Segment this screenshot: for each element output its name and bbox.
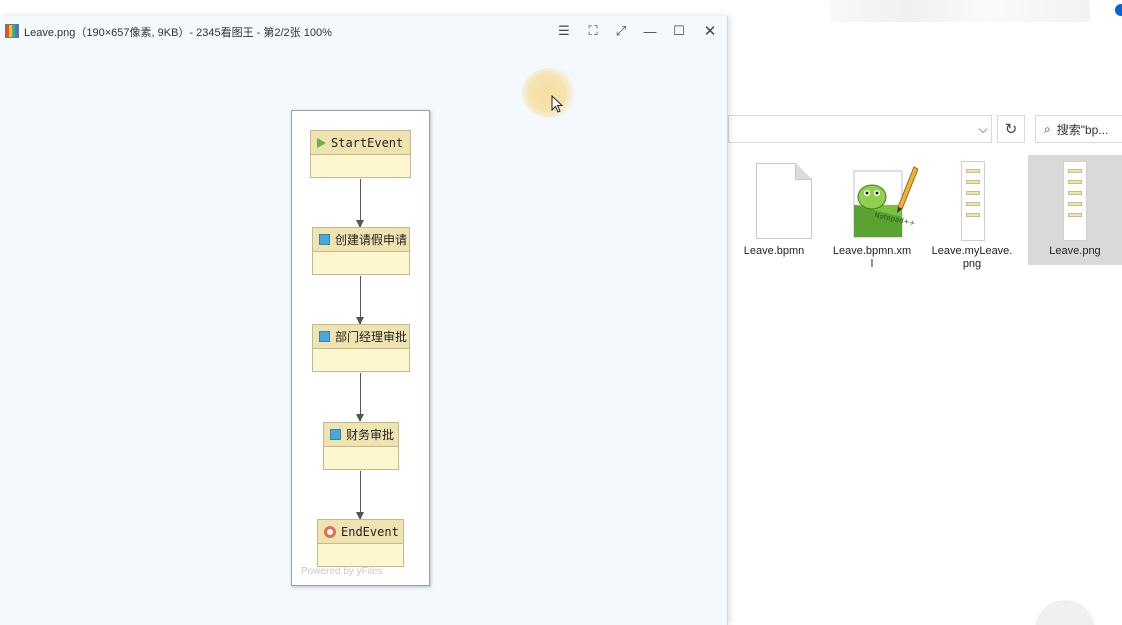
floating-widget [1035, 600, 1095, 625]
node-header: EndEvent [318, 520, 403, 544]
search-icon: ⌕ [1044, 121, 1051, 136]
task-node: 创建请假申请 [312, 227, 410, 275]
file-explorer-window: ⌵ ↻ ⌕ 搜索"bp... Leave.bpmn Notepad++ Leav… [700, 0, 1122, 625]
search-box[interactable]: ⌕ 搜索"bp... [1035, 115, 1122, 143]
close-button[interactable]: ✕ [699, 21, 721, 41]
diagram-watermark: Powered by yFiles [301, 566, 383, 577]
image-viewer-window: Leave.png（190×657像素, 9KB）- 2345看图王 - 第2/… [0, 16, 728, 625]
file-name: Leave.png [1049, 245, 1101, 257]
end-event-node: EndEvent [317, 519, 404, 567]
minimize-button[interactable]: — [639, 21, 661, 41]
file-name: Leave.myLeave. png [931, 245, 1013, 270]
task-node: 财务审批 [323, 422, 399, 470]
node-label: EndEvent [341, 524, 399, 539]
flow-arrow [356, 471, 364, 520]
file-name: Leave.bpmn.xm l [832, 245, 912, 270]
node-label: 部门经理审批 [335, 330, 408, 344]
explorer-blurred-header [830, 0, 1090, 22]
fullscreen-icon[interactable]: ⤢ [610, 21, 632, 41]
node-header: StartEvent [311, 131, 410, 155]
file-item-leave-png[interactable]: Leave.png [1028, 155, 1122, 265]
image-icon [1063, 161, 1087, 241]
app-logo-icon [5, 24, 19, 38]
document-icon [756, 163, 812, 239]
flow-arrow [356, 276, 364, 325]
bpmn-diagram-image: StartEvent 创建请假申请 部门经理审批 财务审批 EndEvent P… [291, 110, 430, 586]
file-item-leave-bpmn-xml[interactable]: Notepad++ Leave.bpmn.xm l [826, 155, 918, 270]
viewer-titlebar[interactable]: Leave.png（190×657像素, 9KB）- 2345看图王 - 第2/… [0, 16, 728, 46]
maximize-button[interactable]: ☐ [668, 21, 690, 41]
notepad-plus-plus-icon: Notepad++ [853, 166, 918, 238]
node-label: 创建请假申请 [335, 233, 408, 247]
start-event-node: StartEvent [310, 130, 411, 178]
skin-icon[interactable]: ⛶ [582, 21, 604, 41]
file-name: Leave.bpmn [743, 245, 805, 257]
notification-dot [1115, 4, 1122, 16]
node-header: 部门经理审批 [313, 325, 409, 349]
flow-arrow [356, 179, 364, 228]
task-icon [330, 429, 341, 440]
file-item-leave-bpmn[interactable]: Leave.bpmn [728, 155, 820, 265]
flow-arrow [356, 373, 364, 422]
node-header: 创建请假申请 [313, 228, 409, 252]
task-icon [319, 234, 330, 245]
node-label: StartEvent [331, 135, 404, 150]
file-item-leave-myleave-png[interactable]: Leave.myLeave. png [926, 155, 1018, 270]
window-title: Leave.png（190×657像素, 9KB）- 2345看图王 - 第2/… [24, 27, 332, 39]
search-placeholder: 搜索"bp... [1056, 122, 1109, 137]
image-icon [961, 161, 985, 241]
refresh-icon[interactable]: ↻ [997, 115, 1025, 143]
node-label: 财务审批 [346, 428, 395, 442]
mouse-cursor-icon [551, 95, 564, 113]
task-icon [319, 331, 330, 342]
chevron-down-icon[interactable]: ⌵ [972, 115, 994, 143]
address-bar[interactable] [728, 115, 992, 143]
node-header: 财务审批 [324, 423, 398, 447]
task-node: 部门经理审批 [312, 324, 410, 372]
cursor-highlight [522, 68, 578, 118]
menu-icon[interactable]: ☰ [553, 21, 575, 41]
start-icon [317, 137, 326, 148]
end-icon [324, 525, 336, 538]
